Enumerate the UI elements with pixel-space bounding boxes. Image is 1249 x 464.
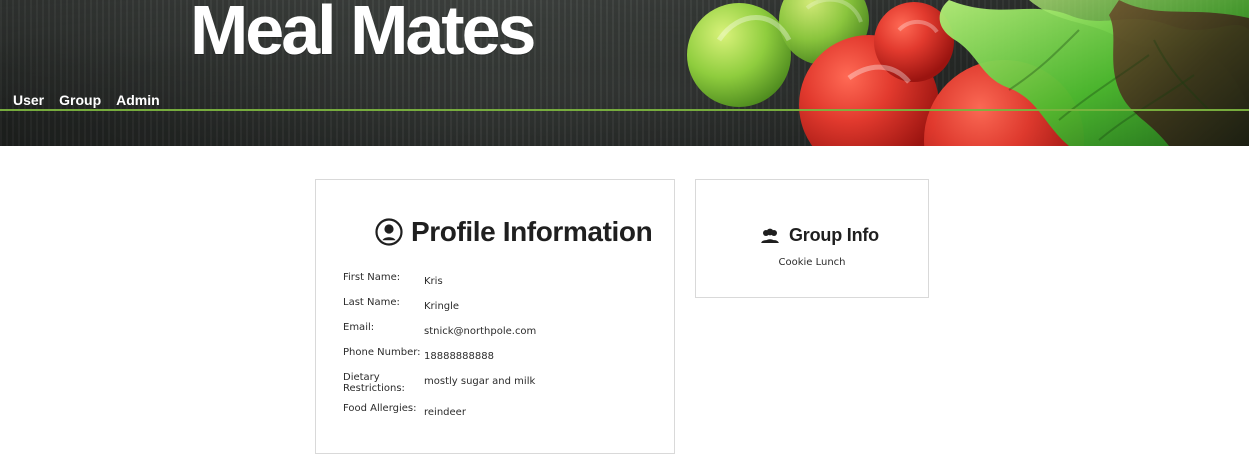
dietary-restrictions-label: Dietary Restrictions: [343,372,405,394]
group-name: Cookie Lunch [778,257,846,268]
accent-divider [0,109,1249,111]
last-name-value: Kringle [424,301,460,312]
profile-title-text: Profile Information [411,216,653,247]
profile-row-phone: Phone Number: 18888888888 [343,347,653,363]
last-name-label: Last Name: [343,297,400,308]
profile-details: First Name: Kris Last Name: Kringle Emai… [343,272,653,419]
phone-number-label: Phone Number: [343,347,421,358]
top-nav: User Group Admin [13,91,160,109]
profile-row-dietary: Dietary Restrictions: mostly sugar and m… [343,372,653,394]
email-label: Email: [343,322,375,333]
header-banner: Meal Mates User Group Admin [0,0,1249,146]
profile-row-allergies: Food Allergies: reindeer [343,403,653,419]
site-title: Meal Mates [190,0,536,69]
nav-user-link[interactable]: User [13,91,44,109]
dietary-restrictions-value: mostly sugar and milk [424,376,536,387]
group-title: Group Info [759,225,879,246]
group-title-text: Group Info [789,225,879,245]
nav-group-link[interactable]: Group [59,91,101,109]
profile-title: Profile Information [375,216,653,248]
users-icon [759,227,781,245]
profile-row-first-name: First Name: Kris [343,272,653,288]
phone-number-value: 18888888888 [424,351,494,362]
profile-card: Profile Information First Name: Kris Las… [315,179,675,454]
profile-row-email: Email: stnick@northpole.com [343,322,653,338]
user-circle-icon [375,218,403,246]
nav-admin-link[interactable]: Admin [116,91,160,109]
group-card: Group Info Cookie Lunch [695,179,929,298]
food-allergies-value: reindeer [424,407,466,418]
first-name-label: First Name: [343,272,401,283]
food-allergies-label: Food Allergies: [343,403,417,414]
vegetables-image [649,0,1249,146]
profile-row-last-name: Last Name: Kringle [343,297,653,313]
email-value: stnick@northpole.com [424,326,537,337]
first-name-value: Kris [424,276,443,287]
